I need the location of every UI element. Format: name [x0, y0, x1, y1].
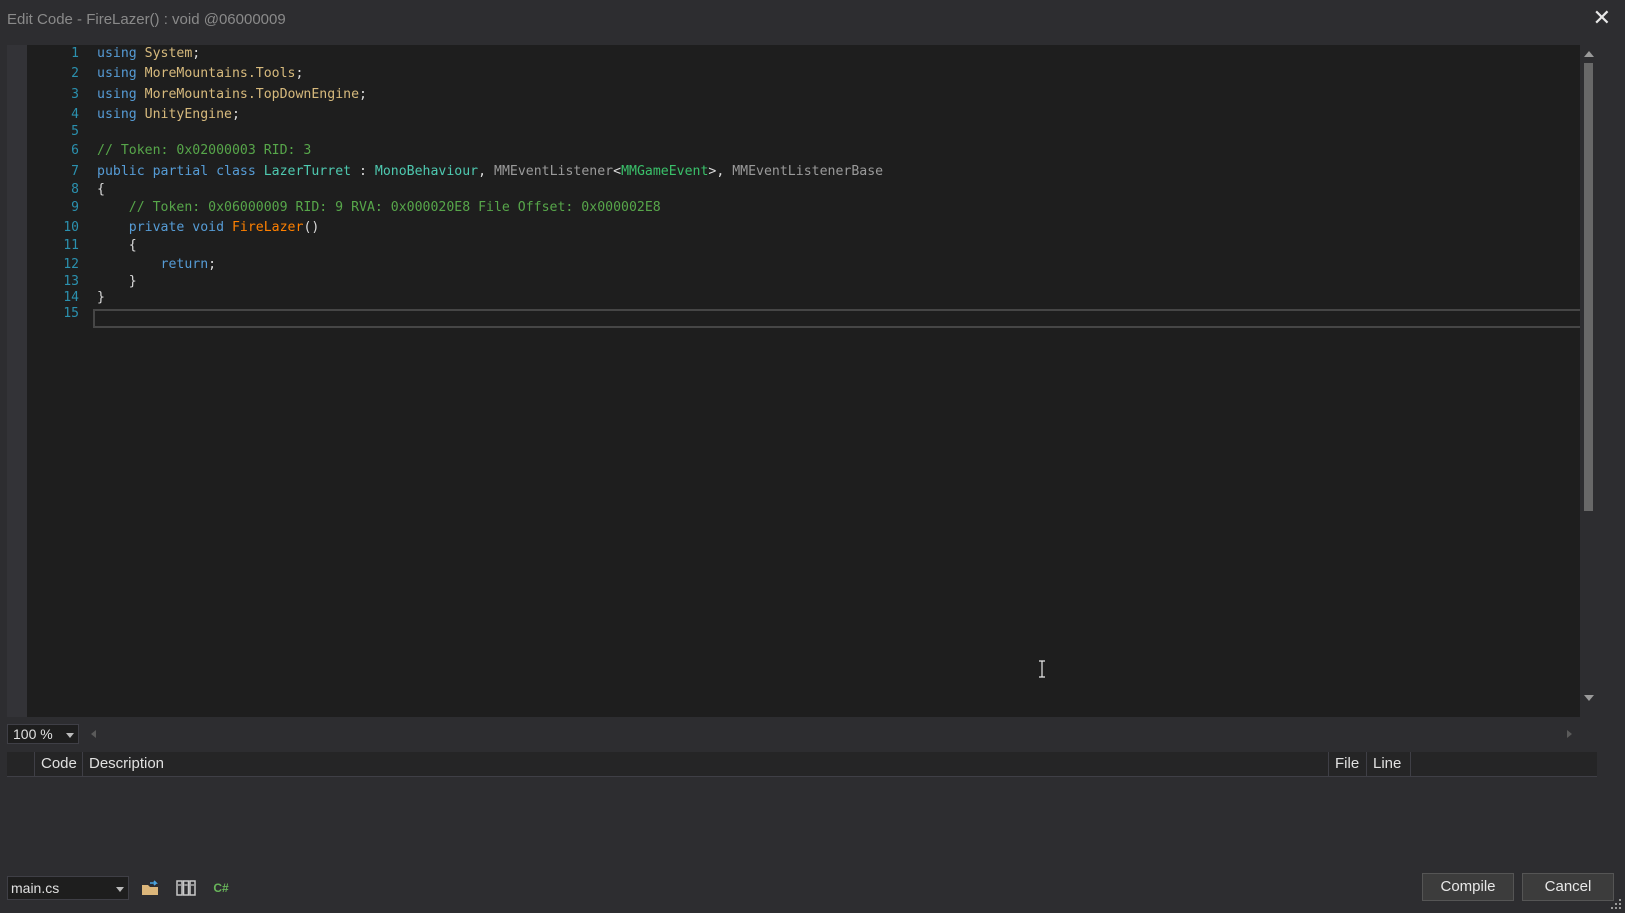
line-number: 8 [71, 182, 79, 197]
scroll-left-icon[interactable] [91, 730, 96, 738]
error-list-body [7, 777, 1597, 867]
line-number: 15 [63, 306, 79, 321]
zoom-value: 100 % [13, 726, 53, 742]
code-token: // Token: 0x02000003 RID: 3 [97, 143, 312, 158]
title-bar: Edit Code - FireLazer() : void @06000009… [0, 0, 1625, 40]
code-token: { [97, 182, 105, 197]
chevron-down-icon[interactable] [116, 887, 124, 892]
code-token: MoreMountains.Tools [144, 66, 296, 81]
code-line[interactable]: using MoreMountains.TopDownEngine; [97, 87, 367, 102]
csharp-label: C# [213, 881, 229, 895]
line-number: 7 [71, 164, 79, 179]
line-number: 13 [63, 274, 79, 289]
line-number: 4 [71, 107, 79, 122]
resize-grip-icon[interactable] [1610, 898, 1622, 910]
code-editor[interactable]: 1 2 3 4 5 6 7 8 9 10 11 12 13 14 15 using System; using… [7, 45, 1597, 717]
scrollbar-thumb[interactable] [1584, 63, 1593, 511]
line-number: 6 [71, 143, 79, 158]
code-token: using [97, 46, 145, 61]
code-token: } [97, 290, 105, 305]
code-token: < [613, 164, 622, 179]
column-icon[interactable] [7, 752, 35, 776]
code-token: using [97, 87, 145, 102]
error-list-header: Code Description File Line [7, 752, 1597, 777]
code-token: ; [231, 107, 240, 122]
code-line[interactable]: { [97, 238, 137, 253]
code-token: MonoBehaviour [374, 164, 479, 179]
line-number: 11 [63, 238, 79, 253]
line-number: 14 [63, 290, 79, 305]
code-token: ; [295, 66, 304, 81]
code-token: ; [192, 46, 201, 61]
code-token: () [303, 220, 320, 235]
column-line[interactable]: Line [1367, 752, 1411, 776]
code-text-area[interactable]: using System; using MoreMountains.Tools; u… [97, 45, 1577, 717]
line-number: 10 [63, 220, 79, 235]
code-line[interactable]: // Token: 0x02000003 RID: 3 [97, 143, 311, 158]
file-selector[interactable]: main.cs [7, 876, 129, 900]
code-token: public partial class [97, 164, 264, 179]
code-token: { [97, 238, 137, 253]
code-line[interactable]: } [97, 290, 105, 305]
editor-margin [7, 45, 27, 717]
code-line[interactable]: } [97, 274, 137, 289]
code-token: return [97, 257, 209, 272]
text-cursor-icon [1039, 660, 1045, 678]
code-token: ; [359, 87, 367, 102]
line-number: 9 [71, 200, 79, 215]
cancel-button[interactable]: Cancel [1522, 873, 1614, 901]
code-token: : [351, 164, 375, 179]
code-line[interactable]: private void FireLazer() [97, 220, 320, 235]
code-token: // Token: 0x06000009 RID: 9 RVA: 0x00002… [97, 200, 661, 215]
line-number: 2 [71, 66, 79, 81]
code-token: ; [208, 257, 217, 272]
code-token: MMEventListenerBase [732, 164, 884, 179]
file-selector-value: main.cs [11, 880, 60, 896]
line-number: 3 [71, 87, 79, 102]
horizontal-scrollbar[interactable]: 100 % [7, 724, 1597, 745]
window-title: Edit Code - FireLazer() : void @06000009 [7, 11, 286, 28]
line-number-gutter: 1 2 3 4 5 6 7 8 9 10 11 12 13 14 15 [27, 45, 82, 717]
code-token: System [144, 46, 193, 61]
code-line[interactable]: using System; [97, 46, 200, 61]
code-token: using [97, 107, 145, 122]
line-number: 1 [71, 46, 79, 61]
code-token: private void [97, 220, 232, 235]
code-line[interactable]: // Token: 0x06000009 RID: 9 RVA: 0x00002… [97, 200, 661, 215]
compile-button[interactable]: Compile [1422, 873, 1514, 901]
code-line[interactable]: using UnityEngine; [97, 107, 240, 122]
column-description[interactable]: Description [83, 752, 1329, 776]
code-token: } [97, 274, 137, 289]
scroll-down-icon[interactable] [1584, 695, 1594, 701]
scroll-up-icon[interactable] [1584, 51, 1594, 57]
code-token: LazerTurret [263, 164, 352, 179]
open-folder-icon[interactable] [140, 878, 162, 898]
code-line[interactable]: { [97, 182, 105, 197]
zoom-dropdown[interactable]: 100 % [7, 724, 79, 744]
vertical-scrollbar[interactable] [1580, 45, 1597, 717]
code-token: using [97, 66, 145, 81]
line-number: 12 [63, 257, 79, 272]
code-line[interactable]: using MoreMountains.Tools; [97, 66, 303, 81]
code-token: UnityEngine [144, 107, 232, 122]
code-token: >, [708, 164, 733, 179]
code-token: , [478, 164, 495, 179]
code-line[interactable]: public partial class LazerTurret : MonoB… [97, 164, 883, 179]
column-file[interactable]: File [1329, 752, 1367, 776]
close-icon[interactable]: ✕ [1593, 6, 1611, 30]
line-number: 5 [71, 124, 79, 139]
code-token: FireLazer [231, 220, 304, 235]
references-icon[interactable] [175, 878, 197, 898]
code-token: MMGameEvent [621, 164, 709, 179]
column-code[interactable]: Code [35, 752, 83, 776]
code-token: MoreMountains.TopDownEngine [144, 87, 360, 102]
scroll-right-icon[interactable] [1567, 730, 1572, 738]
chevron-down-icon[interactable] [66, 733, 74, 738]
csharp-icon[interactable]: C# [210, 878, 232, 898]
code-line[interactable]: return; [97, 257, 217, 272]
code-token: MMEventListener [494, 164, 614, 179]
